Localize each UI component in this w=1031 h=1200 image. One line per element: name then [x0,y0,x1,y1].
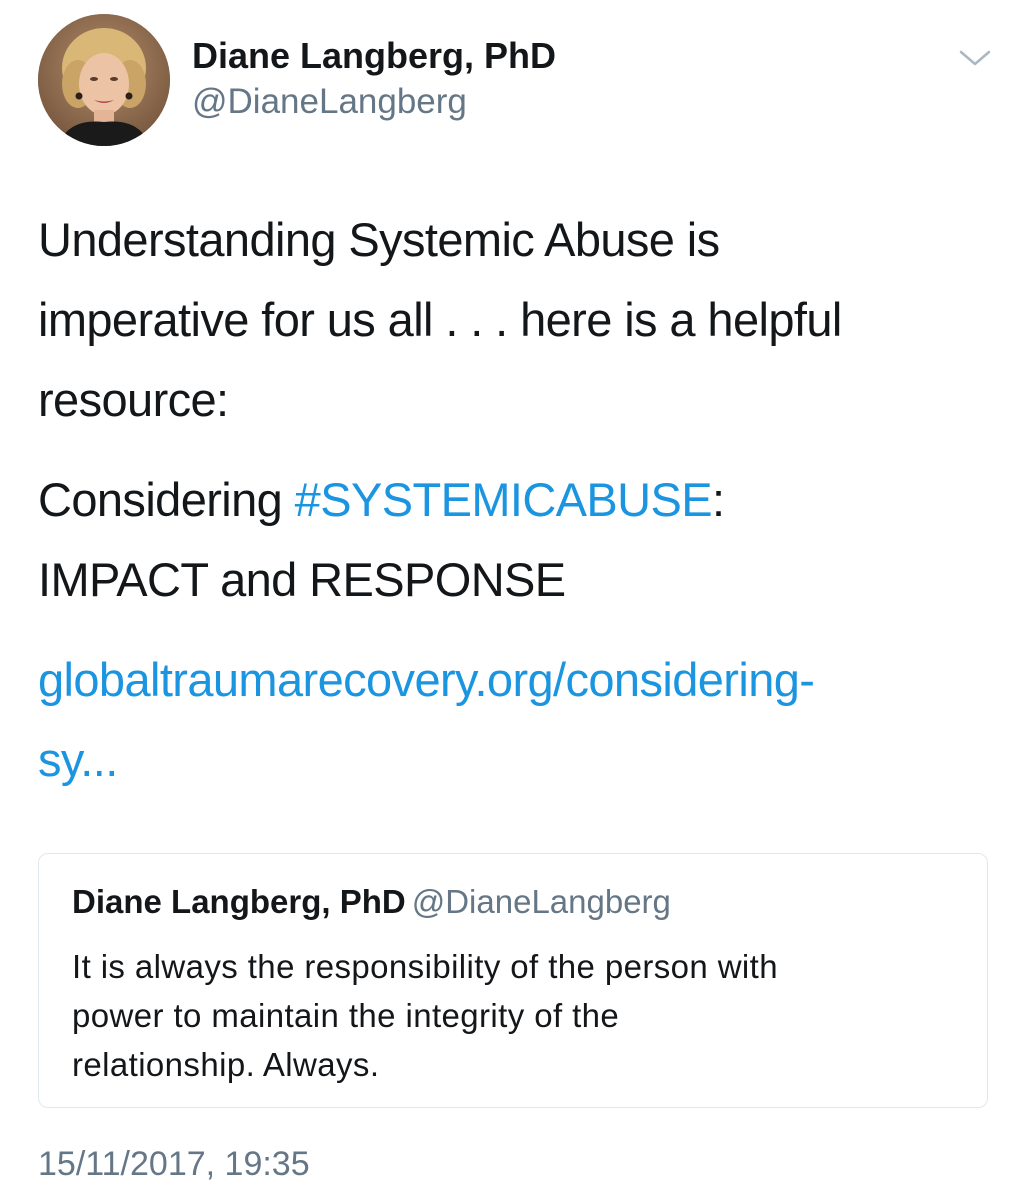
tweet-paragraph-3: globaltraumarecovery.org/considering- sy… [38,640,998,800]
tweet-text-segment: : [712,473,725,526]
tweet-line: Considering #SYSTEMICABUSE: [38,460,998,540]
author-display-name[interactable]: Diane Langberg, PhD [192,34,556,78]
tweet-text-segment: Considering [38,473,295,526]
chevron-down-icon[interactable] [957,44,993,70]
tweet-timestamp[interactable]: 15/11/2017, 19:35 [38,1143,310,1185]
profile-photo-icon [38,14,170,146]
url-link[interactable]: globaltraumarecovery.org/considering- [38,653,815,706]
quoted-tweet-header: Diane Langberg, PhD @DianeLangberg [72,882,671,922]
author-handle[interactable]: @DianeLangberg [192,80,556,124]
tweet-paragraph-1: Understanding Systemic Abuse is imperati… [38,200,998,440]
tweet-line: resource: [38,373,229,426]
quoted-tweet-card[interactable]: Diane Langberg, PhD @DianeLangberg It is … [38,853,988,1108]
quoted-author-handle: @DianeLangberg [411,883,671,920]
tweet-body: Understanding Systemic Abuse is imperati… [38,200,998,800]
url-link-continuation[interactable]: sy... [38,733,118,786]
author-names: Diane Langberg, PhD @DianeLangberg [192,34,556,124]
hashtag-link[interactable]: #SYSTEMICABUSE [295,473,713,526]
tweet-paragraph-2: Considering #SYSTEMICABUSE: IMPACT and R… [38,460,998,620]
quoted-author-display-name: Diane Langberg, PhD [72,883,406,920]
tweet-line: IMPACT and RESPONSE [38,553,566,606]
avatar[interactable] [38,14,170,146]
tweet-header: Diane Langberg, PhD @DianeLangberg [38,14,1001,146]
quoted-tweet-text: It is always the responsibility of the p… [72,948,778,1083]
tweet-line: imperative for us all . . . here is a he… [38,293,842,346]
tweet-line: Understanding Systemic Abuse is [38,213,720,266]
